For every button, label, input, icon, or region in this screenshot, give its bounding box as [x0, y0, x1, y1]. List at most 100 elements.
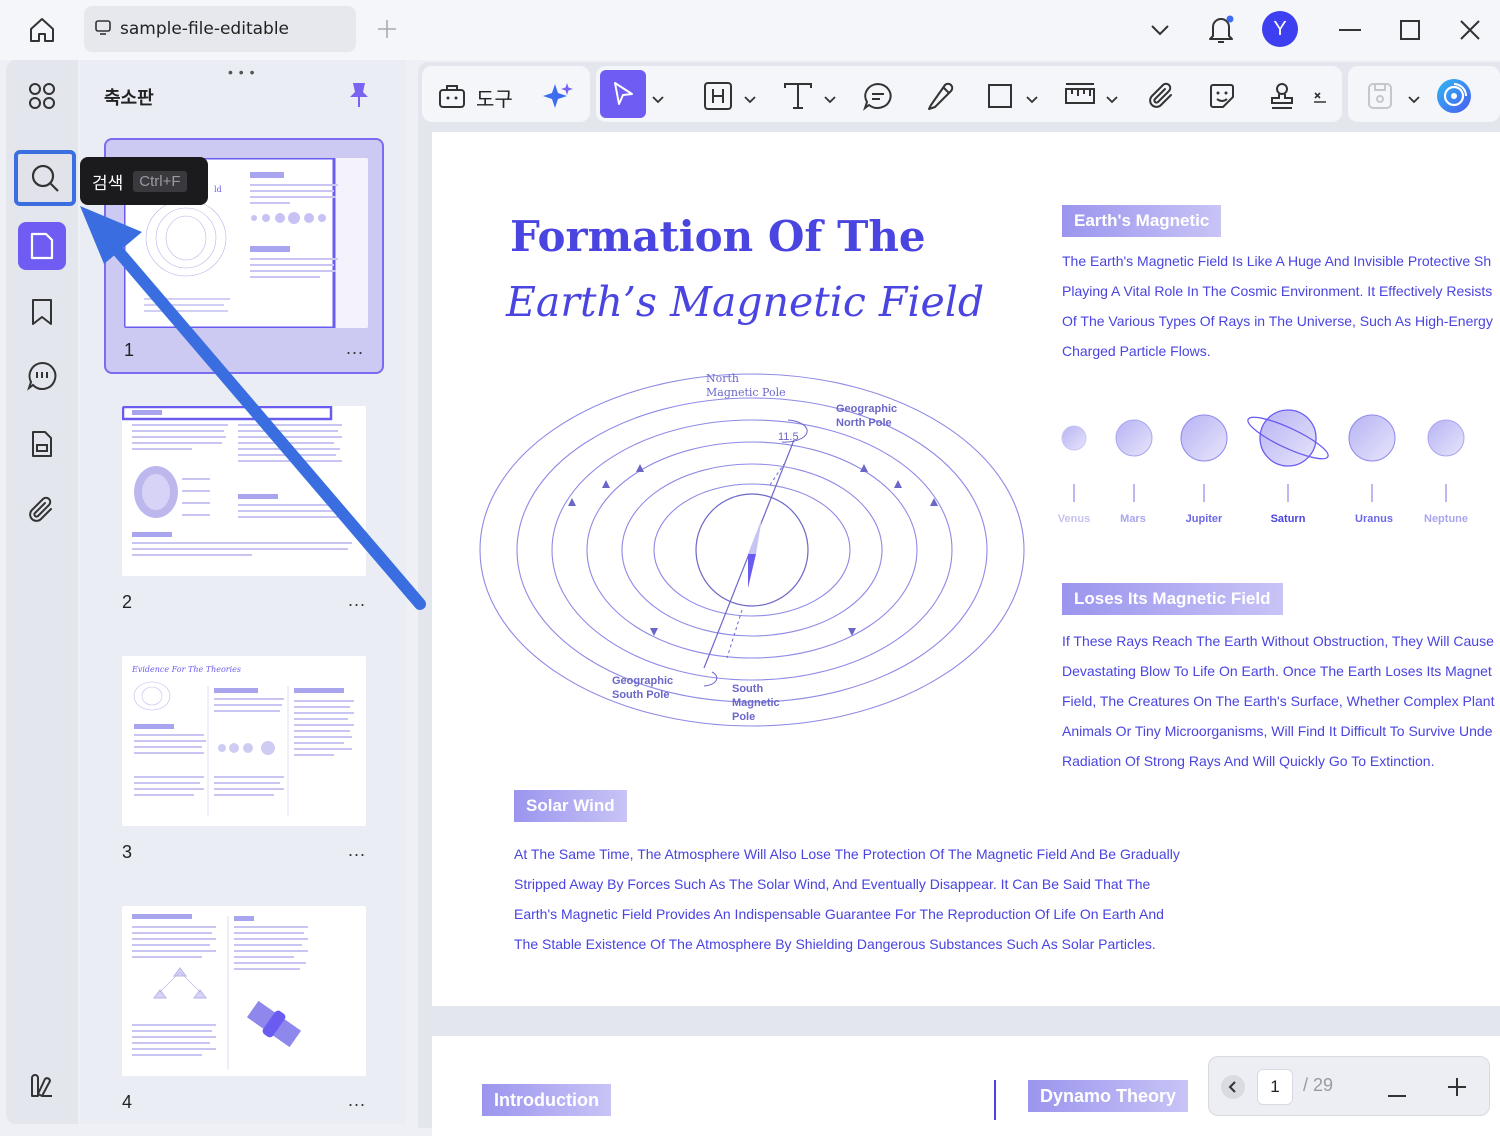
- attachment-page-icon[interactable]: [18, 420, 66, 468]
- planet-label-jupiter: Jupiter: [1185, 513, 1223, 525]
- section-tag-solar-wind: Solar Wind: [514, 790, 627, 822]
- chevron-down-icon[interactable]: [1026, 91, 1038, 104]
- panel-drag-handle[interactable]: • • •: [228, 64, 255, 80]
- panel-title: 축소판: [104, 88, 154, 109]
- tooltip-label: 검색: [92, 173, 124, 194]
- chevron-down-icon[interactable]: [1146, 16, 1174, 44]
- paperclip-icon[interactable]: [18, 486, 66, 534]
- left-rail: [6, 60, 78, 1124]
- rectangle-icon[interactable]: [982, 78, 1018, 114]
- stamp-icon[interactable]: [1264, 78, 1300, 114]
- thumbnail-more-button[interactable]: ...: [348, 840, 366, 861]
- thumbnail-image: [122, 906, 366, 1076]
- section-tag-dynamo-theory: Dynamo Theory: [1028, 1080, 1189, 1112]
- measure-icon[interactable]: [1062, 78, 1098, 114]
- title-bar: sample-file-editable Y: [0, 0, 1500, 60]
- page-icon: [30, 232, 54, 260]
- thumbnail-more-button[interactable]: ...: [348, 590, 366, 611]
- bookmark-icon[interactable]: [18, 288, 66, 336]
- chevron-down-icon[interactable]: [744, 91, 756, 104]
- section-tag-loses-magnetic-field: Loses Its Magnetic Field: [1062, 583, 1283, 615]
- column-divider: [994, 1080, 996, 1120]
- toolbox-icon[interactable]: [434, 78, 470, 114]
- file-tab-icon: [94, 18, 112, 41]
- planet-label-uranus: Uranus: [1355, 513, 1393, 525]
- minus-icon: [1388, 1095, 1406, 1097]
- page-title-line-1: Formation Of The: [510, 212, 926, 261]
- ai-assistant-icon[interactable]: [1436, 78, 1472, 114]
- paragraph-loses-magnetic-field: If These Rays Reach The Earth Without Ob…: [1062, 633, 1495, 769]
- thumbnail-more-button[interactable]: ...: [348, 1090, 366, 1111]
- section-tag-earths-magnetic: Earth's Magnetic: [1062, 205, 1222, 237]
- north-magnetic-pole-label: North Magnetic Pole: [706, 372, 786, 399]
- chevron-down-icon[interactable]: [824, 91, 836, 104]
- chevron-down-icon[interactable]: [1106, 91, 1118, 104]
- paragraph-solar-wind: At The Same Time, The Atmosphere Will Al…: [514, 846, 1180, 952]
- search-button[interactable]: [14, 150, 76, 206]
- thumbnail-number: 2: [122, 592, 133, 612]
- thumbnail-more-button[interactable]: ...: [346, 338, 364, 359]
- home-icon[interactable]: [22, 12, 62, 48]
- thumbnail-image: Evidence For The Theories: [122, 656, 366, 826]
- previous-page-button[interactable]: [1221, 1075, 1245, 1099]
- thumbnail-panel: • • • 축소판 ld 1 ... 2 ... Evidence For Th…: [80, 60, 406, 1124]
- pin-icon[interactable]: [346, 80, 372, 115]
- planets-illustration: [1061, 409, 1465, 502]
- current-page-input[interactable]: 1: [1257, 1069, 1293, 1105]
- tilt-angle-label: 11.5: [778, 431, 799, 443]
- planet-label-neptune: Neptune: [1424, 513, 1468, 525]
- thumbnail-heading: Evidence For The Theories: [131, 665, 241, 674]
- avatar[interactable]: Y: [1262, 11, 1298, 47]
- comment-icon[interactable]: [18, 352, 66, 400]
- zoom-in-button[interactable]: [1447, 1077, 1467, 1102]
- page-navigator: 1 / 29: [1208, 1056, 1490, 1116]
- select-tool-button[interactable]: [600, 70, 646, 118]
- comment-icon[interactable]: [860, 78, 896, 114]
- ai-sparkle-icon[interactable]: [540, 78, 576, 114]
- new-tab-icon[interactable]: [374, 16, 400, 42]
- section-tag-introduction: Introduction: [482, 1084, 611, 1116]
- geographic-south-pole-label: Geographic South Pole: [612, 675, 674, 701]
- maximize-icon[interactable]: [1396, 16, 1424, 44]
- chevron-left-icon: [1228, 1081, 1236, 1093]
- paperclip-icon[interactable]: [1144, 78, 1180, 114]
- cursor-icon: [614, 82, 633, 105]
- thumbnail-page-3[interactable]: Evidence For The Theories 3 ...: [104, 638, 384, 874]
- close-icon[interactable]: [1456, 16, 1484, 44]
- page-title-line-2: Earth’s Magnetic Field: [506, 278, 985, 326]
- apps-grid-icon[interactable]: [18, 72, 66, 120]
- signature-icon[interactable]: [1308, 78, 1332, 114]
- file-tab[interactable]: sample-file-editable: [84, 6, 356, 52]
- document-page-1: Formation Of The Earth’s Magnetic Field: [432, 132, 1500, 1006]
- extra-tools-group: [1348, 66, 1500, 122]
- heading-icon[interactable]: [700, 78, 736, 114]
- planet-label-saturn: Saturn: [1270, 513, 1306, 525]
- text-icon[interactable]: [780, 78, 816, 114]
- tools-label[interactable]: 도구: [476, 83, 513, 112]
- chevron-down-icon[interactable]: [1408, 91, 1420, 104]
- search-icon: [31, 164, 59, 192]
- minimize-icon[interactable]: [1336, 16, 1364, 44]
- highlighter-icon[interactable]: [922, 78, 958, 114]
- paragraph-earths-magnetic: The Earth's Magnetic Field Is Like A Hug…: [1062, 253, 1493, 359]
- thumbnail-page-2[interactable]: 2 ...: [104, 388, 384, 624]
- thumbnails-button[interactable]: [18, 222, 66, 270]
- chevron-down-icon[interactable]: [652, 91, 664, 104]
- tooltip-shortcut: Ctrl+F: [133, 170, 187, 192]
- plus-icon: [1448, 1078, 1466, 1096]
- sticker-icon[interactable]: [1204, 78, 1240, 114]
- zoom-out-button[interactable]: [1387, 1085, 1407, 1103]
- thumbnail-image: [122, 406, 366, 576]
- thumbnail-page-4[interactable]: 4 ...: [104, 888, 384, 1124]
- tools-group: 도구: [422, 66, 590, 122]
- thumbnail-number: 3: [122, 842, 133, 862]
- svg-text:ld: ld: [214, 185, 222, 194]
- thumbnail-number: 1: [124, 340, 135, 360]
- annotation-tools-group: [596, 66, 1342, 122]
- planet-label-mars: Mars: [1120, 513, 1146, 525]
- sidebar-theme-icon[interactable]: [18, 1062, 66, 1110]
- thumbnail-number: 4: [122, 1092, 133, 1112]
- bell-icon[interactable]: [1204, 10, 1238, 48]
- south-magnetic-pole-label: South Magnetic Pole: [732, 683, 780, 723]
- save-icon[interactable]: [1362, 78, 1398, 114]
